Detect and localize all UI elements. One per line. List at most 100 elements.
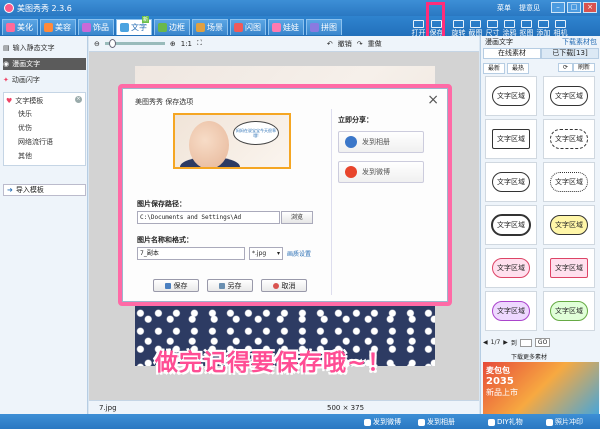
sticker-text: 文字区域 — [550, 129, 588, 149]
share-weibo-button[interactable]: 发到微博 — [338, 161, 424, 183]
tab-downloaded[interactable]: 已下载[13] — [541, 48, 599, 59]
sidebar-item-comic-text[interactable]: ◉ 漫画文字 — [3, 58, 86, 70]
dialog-close-icon[interactable]: × — [427, 93, 439, 107]
camera-button[interactable]: 相机 — [552, 20, 569, 37]
sticker-item[interactable]: 文字区域 — [543, 162, 595, 202]
doodle-button[interactable]: 涂鸦 — [501, 20, 518, 37]
page-prev-icon[interactable]: ◀ — [483, 339, 488, 346]
status-label: DIY礼物 — [497, 418, 523, 426]
sticker-item[interactable]: 文字区域 — [543, 76, 595, 116]
resize-button[interactable]: 尺寸 — [484, 20, 501, 37]
screenshot-button[interactable]: 截图 — [467, 20, 484, 37]
redo-label[interactable]: 重做 — [368, 39, 382, 49]
zoom-icon[interactable]: ⊖ — [94, 40, 100, 48]
sort-hottest[interactable]: 最热 — [507, 63, 530, 74]
refresh-button[interactable]: ⟳ 刷新 — [554, 63, 599, 74]
scene-icon — [196, 23, 205, 32]
import-template-button[interactable]: ➜ 导入模板 — [3, 184, 86, 196]
left-sidebar: ▤ 输入静态文字 ◉ 漫画文字 ✦ 动画闪字 ♥ 文字模板 × 快乐 优伤 网络流行语 … — [0, 36, 88, 414]
sticker-item[interactable]: 文字区域 — [485, 162, 537, 202]
status-album-button[interactable]: 发到相册 — [418, 417, 455, 427]
zoom-ratio[interactable]: 1:1 — [181, 40, 192, 48]
advertisement-banner[interactable]: 麦包包 2035 新品上市 — [483, 362, 599, 414]
page-next-icon[interactable]: ▶ — [503, 339, 508, 346]
template-title[interactable]: ♥ 文字模板 — [6, 95, 76, 107]
template-item-happy[interactable]: 快乐 — [18, 109, 32, 119]
tab-accessories[interactable]: 饰品 — [78, 19, 114, 35]
sticker-item[interactable]: 文字区域 — [485, 205, 537, 245]
file-name-input[interactable]: 7_副本 — [137, 247, 245, 260]
undo-icon[interactable]: ↶ — [327, 40, 333, 48]
title-links: 菜单 提意见 — [497, 3, 540, 13]
cancel-button[interactable]: 取消 — [261, 279, 307, 292]
save-path-input[interactable]: C:\Documents and Settings\Ad — [137, 211, 280, 224]
sticker-text: 文字区域 — [550, 215, 588, 235]
tab-border[interactable]: 边框 — [154, 19, 190, 35]
minimize-icon[interactable]: – — [551, 2, 565, 13]
tab-online-material[interactable]: 在线素材 — [483, 48, 541, 59]
zoom-in-icon[interactable]: ⊕ — [170, 40, 176, 48]
page-jump-input[interactable] — [519, 338, 532, 347]
save-confirm-button[interactable]: 保存 — [153, 279, 199, 292]
cutout-button[interactable]: 抠图 — [518, 20, 535, 37]
status-label: 发到相册 — [427, 418, 455, 426]
sidebar-item-static-text[interactable]: ▤ 输入静态文字 — [3, 42, 86, 54]
format-select[interactable]: *.jpg ▾ — [249, 247, 283, 260]
sticker-item[interactable]: 文字区域 — [485, 76, 537, 116]
border-icon — [158, 23, 167, 32]
tab-doll[interactable]: 娃娃 — [268, 19, 304, 35]
quality-settings-link[interactable]: 画质设置 — [287, 249, 311, 258]
share-album-button[interactable]: 发到相册 — [338, 131, 424, 153]
menu-link[interactable]: 菜单 — [497, 3, 511, 13]
template-item-internet-slang[interactable]: 网络流行语 — [18, 137, 53, 147]
maximize-icon[interactable]: □ — [567, 2, 581, 13]
rotate-button[interactable]: 旋转 — [450, 20, 467, 37]
tab-scene[interactable]: 场景 — [192, 19, 228, 35]
print-icon — [546, 418, 553, 426]
close-icon[interactable]: × — [583, 2, 597, 13]
undo-label[interactable]: 撤销 — [338, 39, 352, 49]
sticker-item[interactable]: 文字区域 — [485, 248, 537, 288]
save-as-button[interactable]: 另存 — [207, 279, 253, 292]
zoom-slider[interactable] — [104, 39, 165, 48]
sort-newest[interactable]: 最新 — [483, 63, 506, 74]
template-item-other[interactable]: 其他 — [18, 151, 32, 161]
sticker-item[interactable]: 文字区域 — [543, 248, 595, 288]
browse-button[interactable]: 浏览 — [281, 211, 313, 224]
template-item-sad[interactable]: 优伤 — [18, 123, 32, 133]
status-weibo-button[interactable]: 发到微博 — [364, 417, 401, 427]
resize-icon — [487, 20, 498, 28]
save-options-dialog: 美图秀秀 保存选项 × 妈妈在说宝宝今天很乖哦! 图片保存路径： C:\Docu… — [122, 88, 448, 302]
feedback-link[interactable]: 提意见 — [519, 3, 540, 13]
download-pack-link[interactable]: 下载素材包 — [562, 37, 597, 47]
close-icon[interactable]: × — [75, 96, 82, 103]
sidebar-item-animated-text[interactable]: ✦ 动画闪字 — [3, 74, 86, 86]
download-more-link[interactable]: 下载更多素材 — [511, 352, 547, 361]
redo-icon[interactable]: ↷ — [357, 40, 363, 48]
add-button[interactable]: 添加 — [535, 20, 552, 37]
tab-collage[interactable]: 拼图 — [306, 19, 342, 35]
tab-label: 美化 — [17, 23, 33, 32]
tab-beautify[interactable]: 美化 — [2, 19, 38, 35]
tab-label: 娃娃 — [283, 23, 299, 32]
import-icon: ➜ — [7, 186, 13, 194]
refresh-label: 刷新 — [572, 63, 595, 72]
tab-text[interactable]: 文字新 — [116, 16, 152, 35]
open-button[interactable]: 打开 — [410, 20, 427, 37]
canvas-footer: 7.jpg 500 × 375 — [89, 400, 479, 414]
sticker-item[interactable]: 文字区域 — [485, 119, 537, 159]
sticker-item[interactable]: 文字区域 — [543, 119, 595, 159]
sticker-text: 文字区域 — [492, 301, 530, 321]
status-diy-gift-button[interactable]: DIY礼物 — [488, 417, 523, 427]
tab-makeup[interactable]: 美容 — [40, 19, 76, 35]
sticker-item[interactable]: 文字区域 — [543, 291, 595, 331]
tab-flash[interactable]: 闪图 — [230, 19, 266, 35]
status-print-button[interactable]: 照片冲印 — [546, 417, 583, 427]
page-go-button[interactable]: GO — [534, 338, 551, 347]
share-album-label: 发到相册 — [362, 138, 390, 146]
sticker-item[interactable]: 文字区域 — [485, 291, 537, 331]
zoom-knob[interactable] — [108, 39, 116, 48]
sticker-item[interactable]: 文字区域 — [543, 205, 595, 245]
tab-label: 拼图 — [321, 23, 337, 32]
fit-icon[interactable]: ⛶ — [197, 39, 202, 48]
